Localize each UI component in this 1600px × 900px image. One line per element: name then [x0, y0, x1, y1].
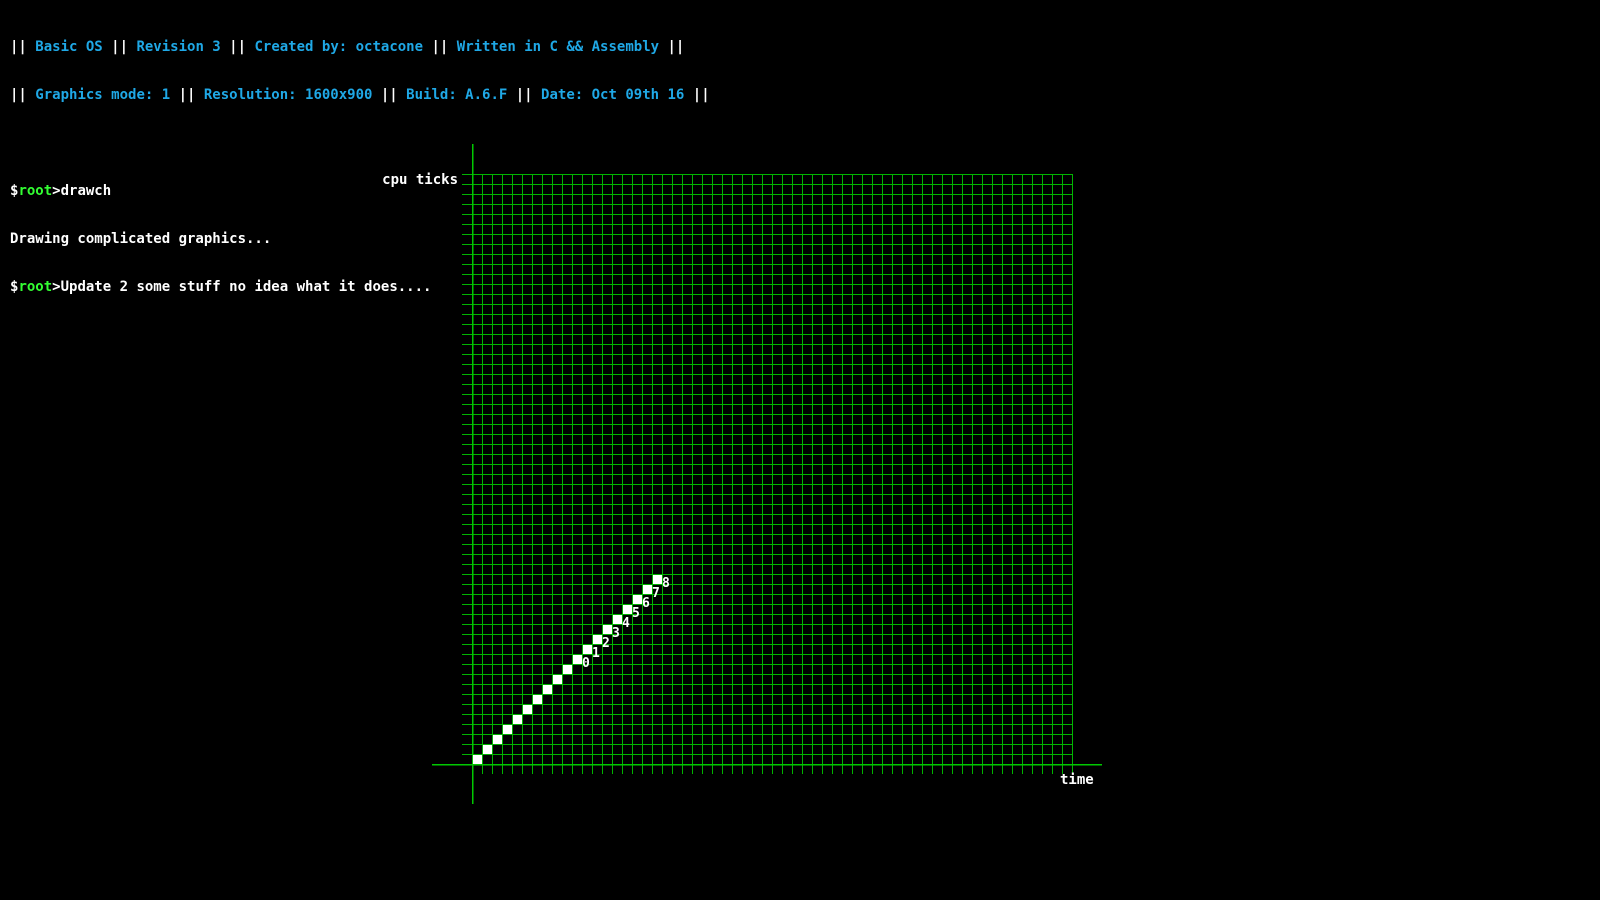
data-point	[603, 625, 612, 634]
data-point	[593, 635, 602, 644]
data-point	[613, 615, 622, 624]
y-axis-label: cpu ticks	[382, 172, 458, 188]
data-point	[563, 665, 572, 674]
point-label: 7	[652, 586, 660, 601]
point-label: 8	[662, 576, 670, 591]
data-point	[473, 755, 482, 764]
data-point	[533, 695, 542, 704]
data-point	[543, 685, 552, 694]
data-point	[523, 705, 532, 714]
point-label: 1	[592, 646, 600, 661]
data-point	[583, 645, 592, 654]
point-label: 4	[622, 616, 630, 631]
data-point	[493, 735, 502, 744]
data-point	[623, 605, 632, 614]
point-label: 5	[632, 606, 640, 621]
point-label: 3	[612, 626, 620, 641]
data-point	[513, 715, 522, 724]
data-point	[573, 655, 582, 664]
chart-point-labels: 012345678	[582, 576, 670, 671]
data-point	[633, 595, 642, 604]
chart-points	[473, 575, 662, 764]
data-point	[653, 575, 662, 584]
point-label: 0	[582, 656, 590, 671]
x-axis-label: time	[1060, 772, 1094, 788]
data-point	[503, 725, 512, 734]
point-label: 2	[602, 636, 610, 651]
data-point	[483, 745, 492, 754]
data-point	[553, 675, 562, 684]
point-label: 6	[642, 596, 650, 611]
cpu-ticks-chart: 012345678 cpu ticks time	[382, 144, 1102, 804]
data-point	[643, 585, 652, 594]
